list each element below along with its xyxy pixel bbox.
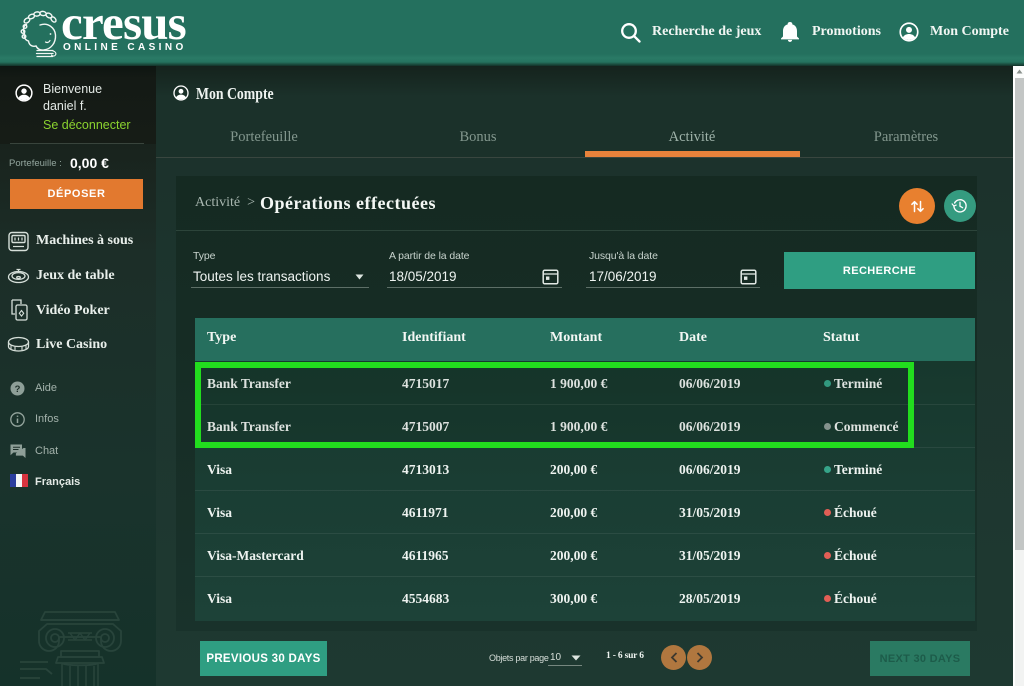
svg-text:?: ? — [15, 384, 21, 395]
